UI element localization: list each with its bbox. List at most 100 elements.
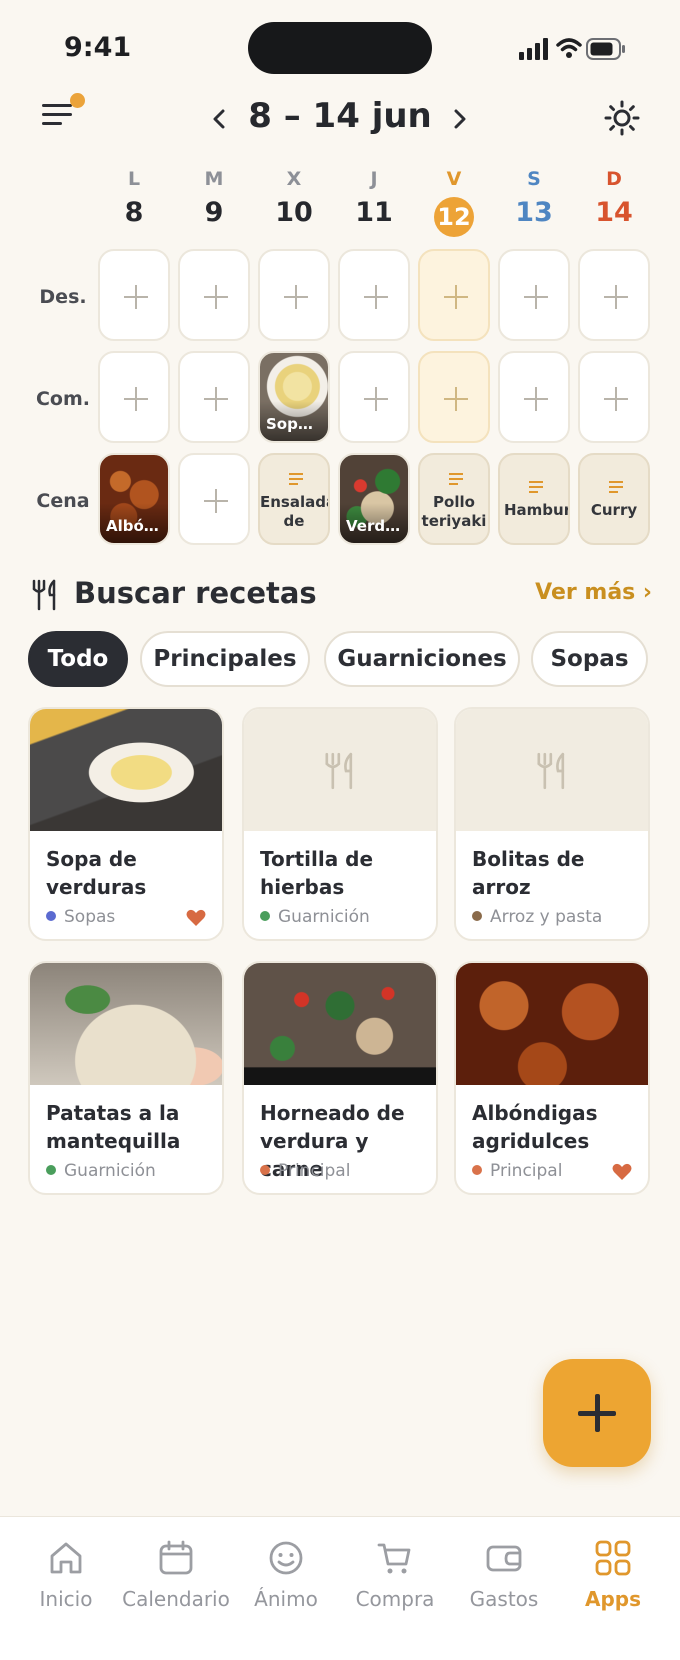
favorite-heart-icon[interactable] [186, 909, 206, 927]
see-more-link[interactable]: Ver más › [535, 580, 652, 605]
tab-mood[interactable]: Ánimo [231, 1539, 341, 1611]
status-time: 9:41 [64, 32, 132, 63]
recipe-card[interactable]: Tortilla de hierbas Guarnición [242, 707, 438, 941]
fork-knife-icon [32, 579, 56, 611]
add-button[interactable] [543, 1359, 651, 1467]
recipe-category: Sopas [64, 907, 116, 927]
tab-shopping[interactable]: Compra [340, 1539, 450, 1611]
plus-icon [204, 489, 228, 513]
meal-slot-add[interactable] [498, 351, 570, 443]
favorite-heart-icon[interactable] [612, 1163, 632, 1181]
meal-slot-lunch-wednesday[interactable]: Sopa ... [258, 351, 330, 443]
filter-chip-all[interactable]: Todo [28, 631, 128, 687]
meal-slot-add[interactable] [418, 249, 490, 341]
filter-chip-soups[interactable]: Sopas [531, 631, 648, 687]
meal-slot-dinner-thursday[interactable]: Verdu... [338, 453, 410, 545]
recipe-category: Guarnición [64, 1161, 156, 1181]
filter-chip-sides[interactable]: Guarniciones [324, 631, 520, 687]
meal-slot-add[interactable] [418, 351, 490, 443]
wallet-icon [486, 1545, 522, 1572]
recipe-card[interactable]: Bolitas de arroz Arroz y pasta [454, 707, 650, 941]
plus-icon [284, 285, 308, 309]
row-label-breakfast: Des. [39, 286, 87, 308]
calendar-icon [159, 1540, 193, 1575]
meal-slot-add[interactable] [578, 351, 650, 443]
meal-slot-add[interactable] [338, 351, 410, 443]
category-dot [472, 1165, 482, 1175]
tab-apps[interactable]: Apps [558, 1539, 668, 1611]
day-header-friday-today[interactable]: V 12 [418, 168, 490, 237]
recipe-category: Arroz y pasta [490, 907, 603, 927]
day-header-monday[interactable]: L 8 [98, 168, 170, 230]
next-week-button[interactable] [445, 104, 475, 134]
category-dot [260, 911, 270, 921]
today-badge: 12 [434, 197, 474, 237]
plus-icon [204, 387, 228, 411]
recipe-image-placeholder [244, 709, 436, 831]
recipe-image [244, 963, 436, 1085]
meal-slot-add[interactable] [338, 249, 410, 341]
recipe-category: Principal [278, 1161, 351, 1181]
day-header-saturday[interactable]: S 13 [498, 168, 570, 230]
day-header-sunday[interactable]: D 14 [578, 168, 650, 230]
category-dot [46, 911, 56, 921]
home-icon [50, 1542, 82, 1574]
day-header-tuesday[interactable]: M 9 [178, 168, 250, 230]
meal-slot-dinner-sunday[interactable]: Curry [578, 453, 650, 545]
shopping-cart-icon [377, 1543, 411, 1574]
note-icon [609, 481, 623, 493]
plus-icon [524, 387, 548, 411]
recipe-category: Principal [490, 1161, 563, 1181]
tab-home[interactable]: Inicio [11, 1539, 121, 1611]
meal-slot-dinner-monday[interactable]: Albón... [98, 453, 170, 545]
recipe-card[interactable]: Patatas a la mantequilla Guarnición [28, 961, 224, 1195]
meal-slot-add[interactable] [258, 249, 330, 341]
note-icon [529, 481, 543, 493]
row-label-dinner: Cena [36, 490, 90, 512]
recipe-card[interactable]: Sopa de verduras Sopas [28, 707, 224, 941]
recipe-card[interactable]: Horneado de verdura y carne Principal [242, 961, 438, 1195]
plus-icon [364, 387, 388, 411]
tab-expenses[interactable]: Gastos [449, 1539, 559, 1611]
bottom-tab-bar: Inicio Calendario Ánimo Compra Gastos Ap… [0, 1516, 680, 1660]
dynamic-island [248, 22, 432, 74]
meal-slot-add[interactable] [98, 351, 170, 443]
hamburger-menu-icon [42, 104, 72, 125]
meal-slot-add[interactable] [178, 351, 250, 443]
plus-icon [124, 285, 148, 309]
recipe-category: Guarnición [278, 907, 370, 927]
meal-slot-add[interactable] [178, 249, 250, 341]
meal-slot-add[interactable] [178, 453, 250, 545]
wifi-icon [556, 38, 582, 58]
meal-slot-add[interactable] [578, 249, 650, 341]
meal-slot-dinner-wednesday[interactable]: Ensalada de [258, 453, 330, 545]
category-dot [260, 1165, 270, 1175]
recipe-card[interactable]: Albóndigas agridulces Principal [454, 961, 650, 1195]
note-icon [289, 473, 303, 485]
battery-icon [586, 38, 625, 60]
plus-icon [524, 285, 548, 309]
meal-slot-add[interactable] [498, 249, 570, 341]
tab-calendar[interactable]: Calendario [121, 1539, 231, 1611]
plus-icon [604, 285, 628, 309]
recipe-image [30, 709, 222, 831]
meal-slot-dinner-saturday[interactable]: Hamburg [498, 453, 570, 545]
cellular-signal-icon [519, 38, 548, 60]
category-dot [46, 1165, 56, 1175]
recipe-image [456, 963, 648, 1085]
notification-dot [70, 93, 85, 108]
status-bar: 9:41 [0, 0, 680, 100]
plus-icon [444, 285, 468, 309]
meal-slot-dinner-friday[interactable]: Pollo teriyaki [418, 453, 490, 545]
day-header-wednesday[interactable]: X 10 [258, 168, 330, 230]
smiley-icon [269, 1541, 303, 1575]
note-icon [449, 473, 463, 485]
plus-icon [204, 285, 228, 309]
fork-knife-placeholder-icon [325, 752, 353, 790]
recipes-section-title: Buscar recetas [74, 576, 317, 610]
theme-toggle-sun-icon[interactable] [604, 100, 640, 136]
plus-icon [604, 387, 628, 411]
day-header-thursday[interactable]: J 11 [338, 168, 410, 230]
meal-slot-add[interactable] [98, 249, 170, 341]
filter-chip-mains[interactable]: Principales [140, 631, 310, 687]
